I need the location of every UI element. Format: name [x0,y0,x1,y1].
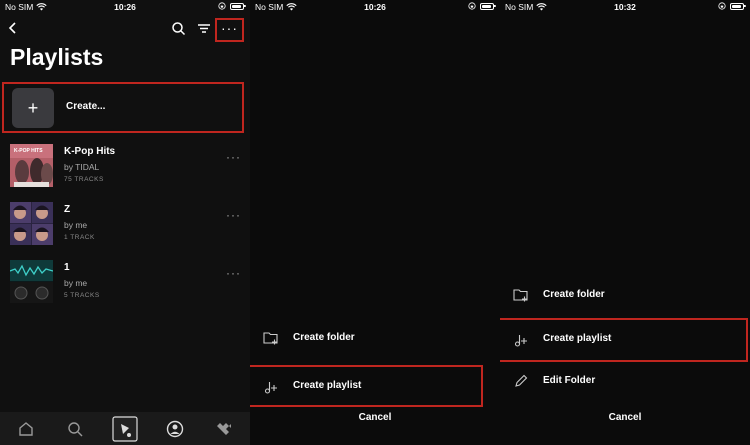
edit-folder-option[interactable]: Edit Folder [500,361,750,401]
pencil-icon [515,374,528,387]
folder-plus-icon [513,289,528,302]
create-button[interactable]: + Create... [2,82,244,133]
create-folder-label: Create folder [543,289,605,300]
search-icon[interactable] [171,21,186,36]
tidal-icon[interactable] [215,420,233,438]
playlist-cover: K-POP HITS [10,144,53,187]
playlist-title: 1 [64,262,70,273]
playlist-cover [10,202,53,245]
status-bar: No SIM 10:32 [500,0,750,14]
battery-icon [730,2,746,10]
playlist-cover [10,260,53,303]
cover-text: K-POP HITS [14,148,43,154]
playlist-row-1[interactable]: 1 by me 5 TRACKS ··· [10,260,245,306]
orientation-lock-icon [468,2,476,10]
home-icon[interactable] [17,420,35,438]
playlist-more-icon[interactable]: ··· [226,208,241,222]
more-options-button[interactable]: ··· [215,18,244,42]
playlist-owner: by TIDAL [64,162,100,172]
status-bar: No SIM 10:26 [250,0,500,14]
music-plus-icon [264,382,277,394]
my-collection-icon[interactable] [112,416,138,442]
playlist-title: Z [64,204,71,215]
playlist-more-icon[interactable]: ··· [226,266,241,280]
profile-icon[interactable] [166,420,184,438]
sort-icon[interactable] [196,21,212,36]
cancel-button[interactable]: Cancel [250,412,500,436]
orientation-lock-icon [218,2,226,10]
top-bar: ··· [0,18,250,42]
playlist-row-z[interactable]: Z by me 1 TRACK ··· [10,202,245,248]
page-title: Playlists [10,44,104,70]
edit-folder-label: Edit Folder [543,375,596,386]
playlist-more-icon[interactable]: ··· [226,150,241,164]
playlist-track-count: 1 TRACK [64,234,95,241]
status-time: 10:32 [614,2,636,12]
status-bar: No SIM 10:26 [0,0,250,14]
playlist-row-kpop[interactable]: K-POP HITS K-Pop Hits by TIDAL 75 TRACKS… [10,144,245,190]
create-playlist-label: Create playlist [293,380,362,391]
create-playlist-label: Create playlist [543,333,612,344]
music-plus-icon [514,335,527,347]
playlist-title: K-Pop Hits [64,146,116,157]
create-sheet-screen: No SIM 10:26 Create folder Create playli… [250,0,500,445]
cancel-button[interactable]: Cancel [500,412,750,436]
create-playlist-option[interactable]: Create playlist [500,318,748,362]
playlist-owner: by me [64,220,88,230]
playlist-track-count: 5 TRACKS [64,292,100,299]
plus-icon: + [12,88,54,128]
playlists-screen: No SIM 10:26 ··· Playlists + Create... K… [0,0,250,445]
status-time: 10:26 [364,2,386,12]
folder-sheet-screen: No SIM 10:32 Create folder Create playli… [500,0,750,445]
create-playlist-option[interactable]: Create playlist [250,365,483,407]
orientation-lock-icon [718,2,726,10]
create-folder-option[interactable]: Create folder [250,318,500,358]
playlist-owner: by me [64,278,88,288]
status-time: 10:26 [114,2,136,12]
playlist-track-count: 75 TRACKS [64,176,104,183]
search-tab-icon[interactable] [66,420,84,438]
more-options-label: ··· [221,19,238,36]
back-icon[interactable] [6,21,20,35]
tab-bar [0,412,250,445]
create-folder-label: Create folder [293,332,355,343]
battery-icon [480,2,496,10]
folder-plus-icon [263,332,278,345]
create-folder-option[interactable]: Create folder [500,275,750,315]
create-label: Create... [66,101,106,112]
battery-icon [230,2,246,10]
